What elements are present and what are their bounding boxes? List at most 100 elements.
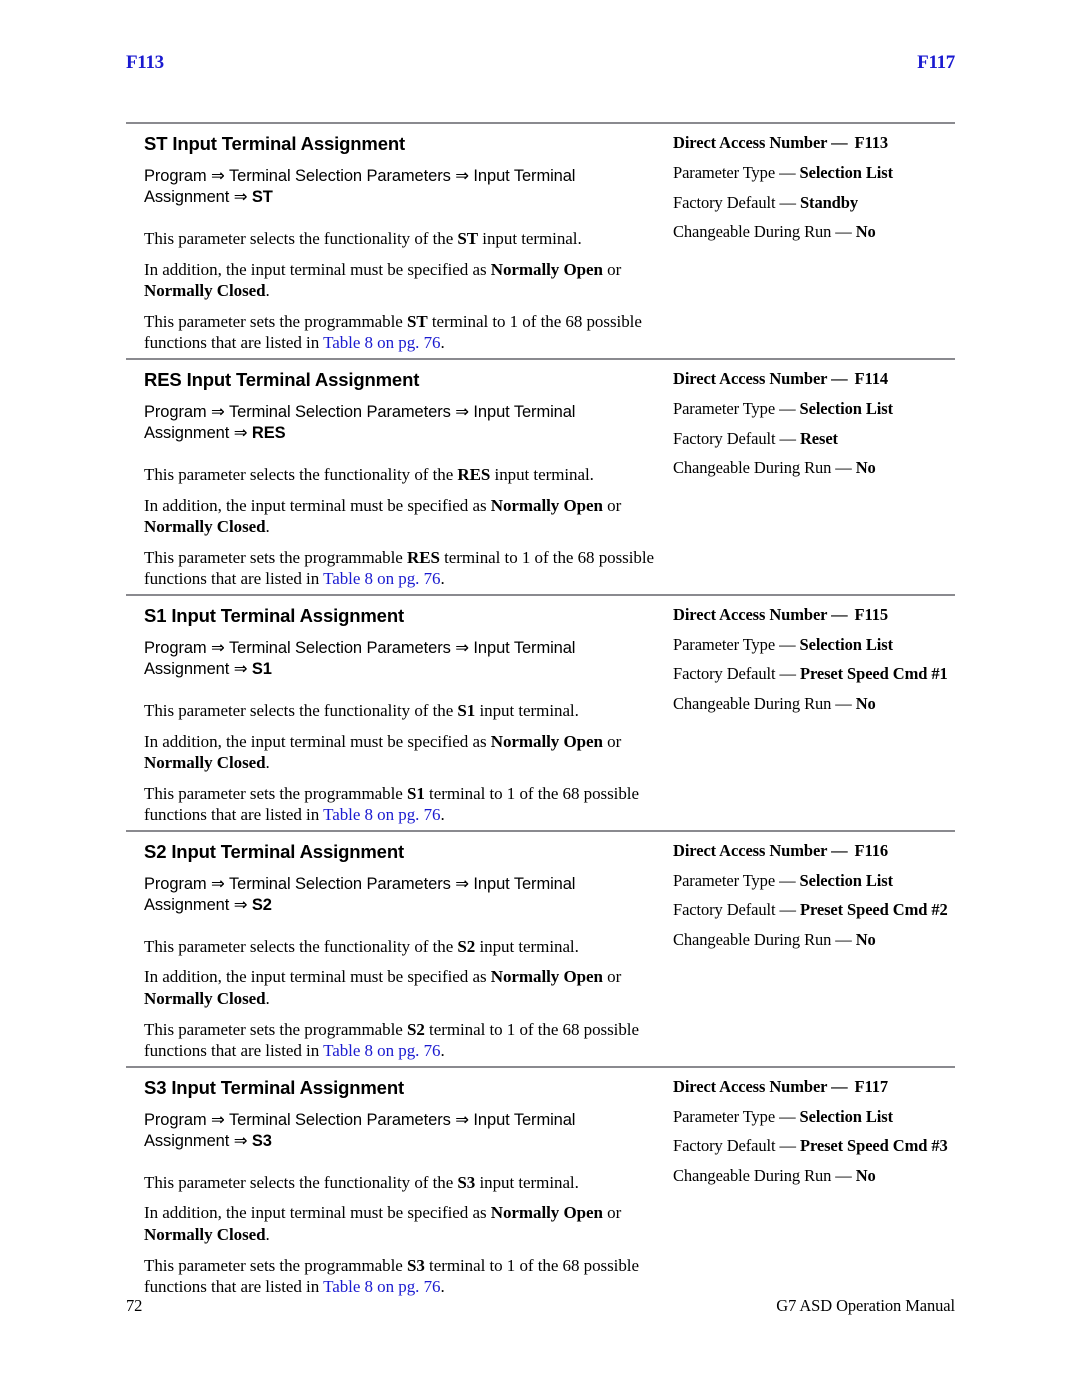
- footer-page-number: 72: [126, 1296, 143, 1315]
- body-text: This parameter sets the programmable: [144, 783, 407, 803]
- param-title: RES Input Terminal Assignment: [144, 368, 420, 390]
- body-text: .: [440, 805, 445, 825]
- table-cross-reference-link[interactable]: Table 8 on pg. 76: [323, 569, 440, 588]
- param-section: ST Input Terminal Assignment Program ⇒ Te…: [126, 122, 955, 358]
- emphasis-term: Normally Closed: [144, 1224, 266, 1244]
- body-text: In addition, the input terminal must be …: [144, 967, 491, 987]
- body-text: input terminal.: [475, 936, 579, 956]
- emphasis-term: S3: [406, 1255, 425, 1275]
- param-section: RES Input Terminal Assignment Program ⇒ T…: [126, 357, 955, 594]
- body-text: This parameter sets the programmable: [144, 1255, 407, 1275]
- spec-value: No: [855, 1166, 876, 1186]
- spec-label: Parameter Type —: [673, 162, 800, 182]
- spec-factory-default: Factory Default — Preset Speed Cmd #2: [673, 900, 955, 920]
- param-body-paragraph: This parameter selects the functionality…: [144, 936, 659, 958]
- section-grid: ST Input Terminal Assignment Program ⇒ Te…: [126, 133, 955, 354]
- param-title: ST Input Terminal Assignment: [144, 133, 405, 154]
- spec-label: Changeable During Run —: [673, 458, 856, 478]
- param-body-paragraph: This parameter selects the functionality…: [144, 228, 659, 250]
- param-path-terminal: S2: [251, 895, 272, 914]
- spec-label: Direct Access Number —: [673, 604, 848, 624]
- param-path-terminal: S1: [251, 659, 272, 678]
- param-title: S2 Input Terminal Assignment: [144, 840, 404, 862]
- running-head-right: F117: [917, 52, 955, 73]
- spec-label: Direct Access Number —: [673, 368, 848, 388]
- body-text: input terminal.: [475, 700, 579, 720]
- param-body-paragraph: This parameter selects the functionality…: [144, 1172, 659, 1194]
- table-cross-reference-link[interactable]: Table 8 on pg. 76: [323, 1041, 440, 1060]
- table-cross-reference-link[interactable]: Table 8 on pg. 76: [323, 805, 440, 824]
- param-section: S2 Input Terminal Assignment Program ⇒ Te…: [126, 829, 955, 1066]
- spec-value: Reset: [799, 428, 838, 448]
- spec-value: Selection List: [799, 870, 894, 890]
- spec-label: Changeable During Run —: [673, 694, 856, 714]
- spec-label: Parameter Type —: [673, 870, 800, 890]
- spec-label: Factory Default —: [673, 192, 800, 212]
- param-body-paragraph: In addition, the input terminal must be …: [144, 495, 659, 538]
- param-path-terminal: RES: [251, 423, 286, 442]
- spec-label: Direct Access Number —: [673, 840, 848, 860]
- spec-direct-access-number: Direct Access Number — F115: [673, 605, 955, 625]
- emphasis-term: S2: [457, 936, 476, 956]
- spec-value: Selection List: [799, 634, 894, 654]
- body-text: This parameter selects the functionality…: [144, 700, 458, 720]
- spec-label: Changeable During Run —: [673, 222, 856, 242]
- section-specs-column: Direct Access Number — F117 Parameter Type…: [659, 1077, 955, 1196]
- spec-label: Changeable During Run —: [673, 1166, 856, 1186]
- spec-label: Parameter Type —: [673, 634, 800, 654]
- param-section: S1 Input Terminal Assignment Program ⇒ Te…: [126, 593, 955, 830]
- section-grid: S1 Input Terminal Assignment Program ⇒ Te…: [126, 605, 955, 826]
- body-text: or: [602, 495, 622, 515]
- spec-label: Factory Default —: [673, 428, 800, 448]
- body-text: This parameter sets the programmable: [144, 311, 407, 331]
- param-navigation-path: Program ⇒ Terminal Selection Parameters …: [144, 166, 659, 208]
- table-cross-reference-link[interactable]: Table 8 on pg. 76: [323, 1277, 440, 1296]
- table-cross-reference-link[interactable]: Table 8 on pg. 76: [323, 333, 440, 352]
- body-text: or: [602, 259, 622, 279]
- spec-value: Standby: [799, 192, 858, 212]
- body-text: This parameter sets the programmable: [144, 547, 407, 567]
- spec-value: F117: [854, 1076, 889, 1096]
- spec-parameter-type: Parameter Type — Selection List: [673, 399, 955, 419]
- section-grid: S2 Input Terminal Assignment Program ⇒ Te…: [126, 841, 955, 1062]
- body-text: This parameter selects the functionality…: [144, 1172, 458, 1192]
- body-text: .: [265, 753, 270, 773]
- body-text: or: [602, 1203, 622, 1223]
- param-body-paragraph: In addition, the input terminal must be …: [144, 1202, 659, 1245]
- param-section: S3 Input Terminal Assignment Program ⇒ Te…: [126, 1065, 955, 1302]
- section-description-column: RES Input Terminal Assignment Program ⇒ T…: [126, 369, 659, 590]
- param-body-paragraph: This parameter sets the programmable ST …: [144, 311, 659, 354]
- section-description-column: S1 Input Terminal Assignment Program ⇒ Te…: [126, 605, 659, 826]
- spec-label: Direct Access Number —: [673, 133, 848, 152]
- spec-value: Selection List: [799, 398, 894, 418]
- running-head: F113 F117: [126, 52, 955, 74]
- section-description-column: S2 Input Terminal Assignment Program ⇒ Te…: [126, 841, 659, 1062]
- emphasis-term: Normally Open: [490, 495, 603, 515]
- emphasis-term: RES: [406, 547, 440, 567]
- section-specs-column: Direct Access Number — F116 Parameter Type…: [659, 841, 955, 960]
- spec-parameter-type: Parameter Type — Selection List: [673, 635, 955, 655]
- body-text: input terminal.: [478, 229, 582, 249]
- spec-value: F116: [854, 840, 889, 860]
- body-text: In addition, the input terminal must be …: [144, 495, 491, 515]
- param-path-terminal: ST: [251, 187, 273, 206]
- emphasis-term: Normally Closed: [144, 281, 266, 301]
- spec-direct-access-number: Direct Access Number — F113: [673, 133, 955, 153]
- param-path-prefix: Program ⇒ Terminal Selection Parameters …: [144, 402, 576, 442]
- body-text: .: [265, 989, 270, 1009]
- manual-page: F113 F117 ST Input Terminal Assignment Pr…: [0, 0, 1080, 1397]
- param-body-paragraph: This parameter selects the functionality…: [144, 700, 659, 722]
- spec-label: Factory Default —: [673, 664, 800, 684]
- body-text: In addition, the input terminal must be …: [144, 259, 491, 279]
- emphasis-term: Normally Closed: [144, 989, 266, 1009]
- body-text: .: [265, 517, 270, 537]
- section-grid: S3 Input Terminal Assignment Program ⇒ Te…: [126, 1077, 955, 1298]
- spec-label: Parameter Type —: [673, 1106, 800, 1126]
- body-text: .: [265, 1224, 270, 1244]
- section-specs-column: Direct Access Number — F115 Parameter Type…: [659, 605, 955, 724]
- spec-direct-access-number: Direct Access Number — F114: [673, 369, 955, 389]
- param-body-paragraph: In addition, the input terminal must be …: [144, 731, 659, 774]
- param-path-prefix: Program ⇒ Terminal Selection Parameters …: [144, 874, 576, 914]
- spec-factory-default: Factory Default — Standby: [673, 193, 955, 213]
- emphasis-term: S1: [457, 700, 476, 720]
